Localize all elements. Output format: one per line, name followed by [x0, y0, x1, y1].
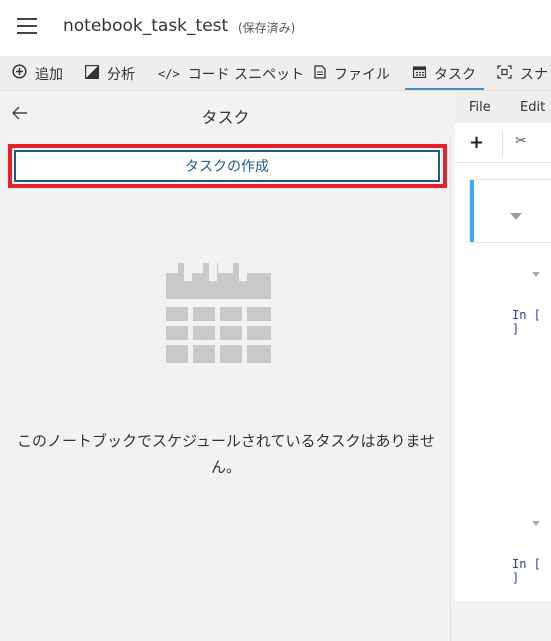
plus-circle-icon: [12, 64, 27, 83]
snapshot-icon: [497, 64, 512, 83]
toolbar-snapshot-label: スナ: [520, 66, 548, 83]
toolbar-file-label: ファイル: [334, 66, 390, 83]
toolbar-file-button[interactable]: ファイル: [314, 56, 390, 90]
toolbar-task-button[interactable]: タスク: [405, 56, 484, 90]
notebook-cells: In [ ] In [ ]: [455, 163, 551, 601]
collapse-triangle-icon[interactable]: [532, 272, 540, 277]
selected-cell[interactable]: [470, 180, 551, 242]
collapse-triangle-icon[interactable]: [532, 521, 540, 526]
calendar-icon: [412, 65, 427, 82]
code-icon: </>: [158, 66, 180, 81]
notebook-title[interactable]: notebook_task_test: [63, 16, 228, 36]
cell-prompt: In [ ]: [512, 308, 541, 336]
panel-title: タスク: [201, 108, 250, 127]
file-icon: [314, 64, 326, 83]
toolbar-code-snippet-button[interactable]: </> コード スニペット: [158, 56, 305, 90]
cell-prompt: In [ ]: [512, 557, 541, 585]
save-status: (保存済み): [238, 21, 296, 35]
toolbar-task-label: タスク: [434, 66, 476, 83]
notebook-area: File Edit + ✂ In [ ] In [ ]: [451, 91, 551, 641]
title-bar: notebook_task_test (保存済み): [0, 0, 551, 56]
analysis-icon: [84, 64, 100, 83]
create-task-button[interactable]: タスクの作成: [14, 150, 440, 182]
empty-tasks-message: このノートブックでスケジュールされているタスクはありません。: [16, 432, 436, 476]
toolbar-snapshot-button[interactable]: スナ: [497, 56, 548, 90]
toolbar-divider: [502, 131, 503, 157]
add-cell-button[interactable]: +: [469, 132, 484, 153]
toolbar-add-button[interactable]: 追加: [12, 56, 63, 90]
task-panel: タスク タスクの作成 このノートブックでスケジュールされているタスクはありません…: [0, 91, 451, 641]
toolbar-analysis-label: 分析: [107, 66, 135, 83]
notebook-menubar: File Edit: [455, 91, 551, 123]
hamburger-menu-icon[interactable]: [17, 18, 37, 34]
collapse-triangle-icon[interactable]: [510, 213, 522, 220]
menu-edit[interactable]: Edit: [520, 100, 545, 115]
main-toolbar: 追加 分析 </> コード スニペット ファイル タスク スナ: [0, 56, 551, 91]
notebook-toolbar: + ✂: [455, 123, 551, 163]
task-panel-header: タスク: [0, 91, 451, 137]
toolbar-add-label: 追加: [35, 66, 63, 83]
toolbar-code-snippet-label: コード スニペット: [187, 66, 305, 83]
scissors-icon[interactable]: ✂: [515, 133, 527, 149]
toolbar-analysis-button[interactable]: 分析: [84, 56, 135, 90]
menu-file[interactable]: File: [469, 100, 491, 115]
calendar-illustration-icon: [166, 263, 271, 363]
